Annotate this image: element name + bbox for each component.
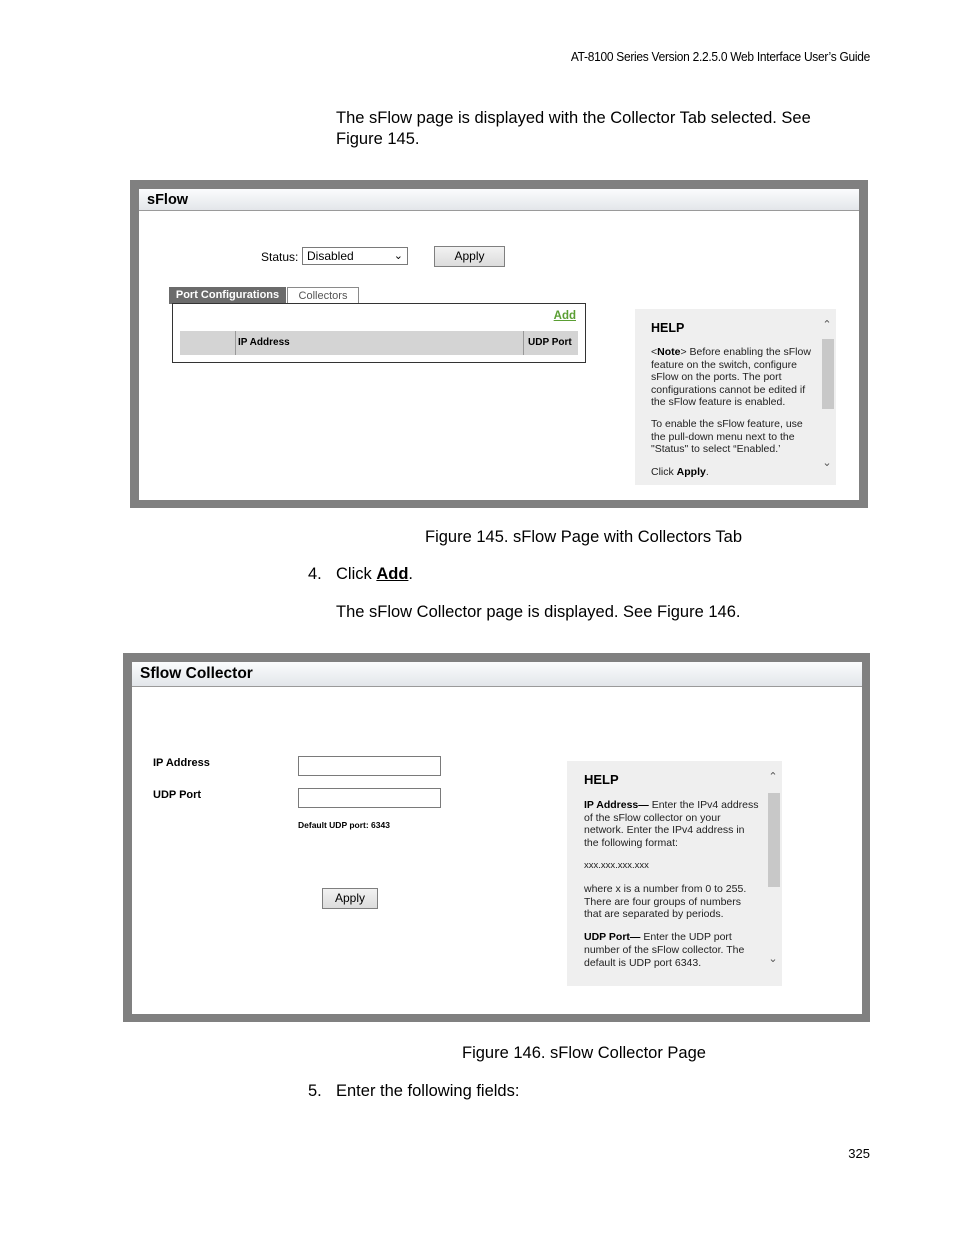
help-enable-instructions: To enable the sFlow feature, use the pul… <box>651 418 803 456</box>
figure-145-sflow-page: sFlow Status: Disabled ⌄ Apply Port Conf… <box>130 180 868 508</box>
status-label: Status: <box>261 250 299 264</box>
tab-port-configurations[interactable]: Port Configurations <box>169 287 286 304</box>
figure-145-caption: Figure 145. sFlow Page with Collectors T… <box>425 528 743 546</box>
ip-address-label: IP Address <box>153 757 210 769</box>
column-header-select <box>180 331 236 355</box>
help-panel: HELP IP Address— Enter the IPv4 address … <box>567 761 782 986</box>
help-note: <Note> Before enabling the sFlow feature… <box>651 346 811 409</box>
add-collector-link[interactable]: Add <box>554 310 576 322</box>
help-ip-format: xxx.xxx.xxx.xxx <box>584 859 649 871</box>
column-header-ip-address: IP Address <box>238 337 290 348</box>
help-title: HELP <box>651 321 685 335</box>
collectors-panel: Add IP Address UDP Port <box>172 303 586 363</box>
apply-button[interactable]: Apply <box>434 246 505 267</box>
sflow-page-title: sFlow <box>139 189 859 211</box>
help-udp-port: UDP Port— Enter the UDP port number of t… <box>584 931 745 969</box>
tab-collectors[interactable]: Collectors <box>287 287 359 304</box>
help-click-apply: Click Apply. <box>651 465 709 478</box>
step-4-followup: The sFlow Collector page is displayed. S… <box>336 603 741 621</box>
status-select[interactable]: Disabled ⌄ <box>302 247 408 265</box>
step-4-number: 4. <box>308 565 322 583</box>
running-header: AT-8100 Series Version 2.2.5.0 Web Inter… <box>570 49 870 64</box>
collector-page-title: Sflow Collector <box>132 662 862 687</box>
scrollbar-thumb[interactable] <box>822 339 834 409</box>
help-ip-address: IP Address— Enter the IPv4 address of th… <box>584 798 759 850</box>
step-4: Click Add. <box>336 565 414 583</box>
scrollbar-thumb[interactable] <box>768 793 780 887</box>
scroll-up-icon[interactable]: ⌃ <box>767 771 779 783</box>
help-panel: HELP <Note> Before enabling the sFlow fe… <box>635 309 836 485</box>
figure-146-caption: Figure 146. sFlow Collector Page <box>462 1044 706 1062</box>
default-udp-port-hint: Default UDP port: 6343 <box>298 820 390 830</box>
figure-146-collector-page: Sflow Collector IP Address UDP Port Defa… <box>123 653 870 1022</box>
column-header-udp-port: UDP Port <box>523 331 578 355</box>
apply-button[interactable]: Apply <box>322 888 378 909</box>
page-number: 325 <box>848 1146 870 1161</box>
help-title: HELP <box>584 772 619 787</box>
udp-port-label: UDP Port <box>153 789 202 801</box>
step-5-number: 5. <box>308 1082 322 1100</box>
scroll-down-icon[interactable]: ⌄ <box>767 953 779 965</box>
scroll-down-icon[interactable]: ⌄ <box>821 457 833 469</box>
sflow-window: sFlow Status: Disabled ⌄ Apply Port Conf… <box>139 189 859 500</box>
collector-window: Sflow Collector IP Address UDP Port Defa… <box>132 662 862 1014</box>
udp-port-input[interactable] <box>298 788 441 808</box>
add-reference: Add <box>376 565 409 583</box>
collectors-table-header: IP Address UDP Port <box>180 331 578 355</box>
step-5: Enter the following fields: <box>336 1082 520 1100</box>
status-selected-value: Disabled <box>307 249 354 263</box>
ip-address-input[interactable] <box>298 756 441 776</box>
chevron-down-icon: ⌄ <box>393 250 403 262</box>
help-ip-range: where x is a number from 0 to 255. There… <box>584 882 747 921</box>
scroll-up-icon[interactable]: ⌃ <box>821 319 833 331</box>
intro-paragraph: The sFlow page is displayed with the Col… <box>336 109 811 148</box>
